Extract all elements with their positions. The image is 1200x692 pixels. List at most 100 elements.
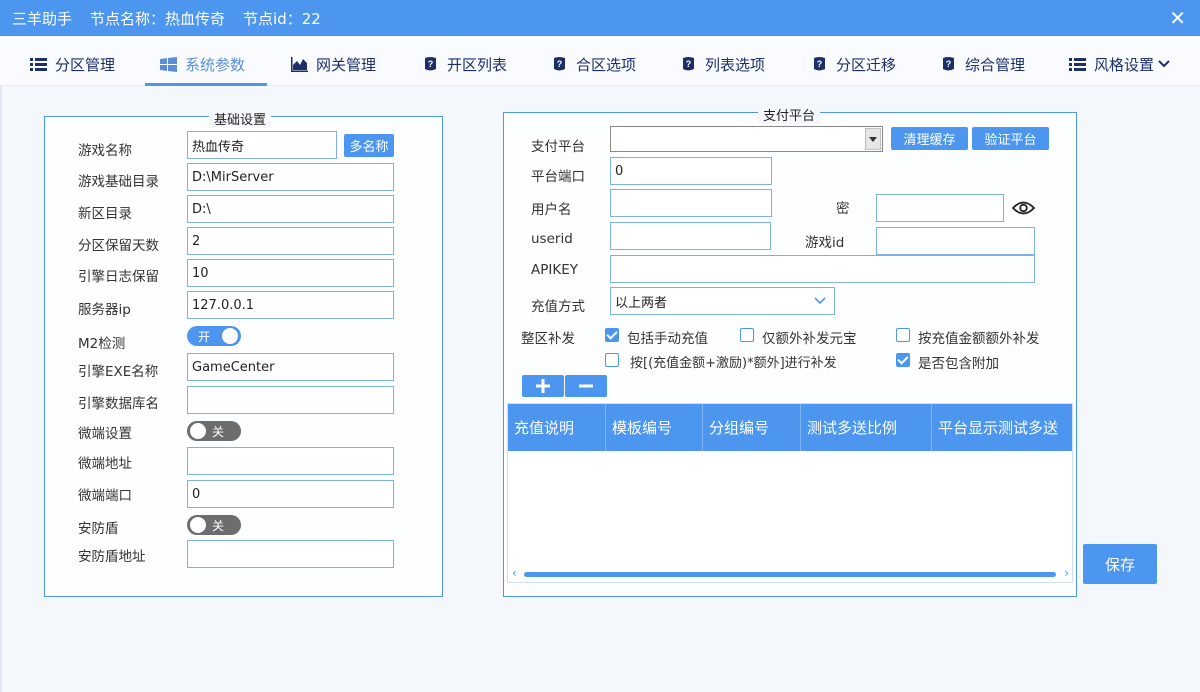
multi-name-button[interactable]: 多名称 [344,134,394,157]
scroll-right-icon[interactable]: › [1064,566,1069,580]
plus-icon [536,379,550,393]
db-name-input[interactable] [187,386,394,414]
tab-bar: 分区管理 系统参数 网关管理 ? 开区列表 ? 合区选项 ? 列表选项 ? 分区… [0,36,1200,86]
include-attach-checkbox[interactable] [896,353,910,367]
micro-addr-input[interactable] [187,447,394,475]
exe-name-input[interactable]: GameCenter [187,353,394,381]
chevron-down-icon [814,297,826,305]
payment-legend: 支付平台 [758,105,821,124]
recharge-method-value: 以上两者 [615,295,668,311]
horizontal-scrollbar[interactable]: ‹ › [508,566,1072,582]
tab-open-list[interactable]: ? 开区列表 [422,44,507,84]
shield-addr-input[interactable] [187,540,394,568]
micro-port-input[interactable]: 0 [187,480,394,508]
add-row-button[interactable] [522,375,564,397]
username-input[interactable] [610,189,772,217]
toggle-knob [190,423,206,439]
shield-toggle[interactable]: 关 [187,515,241,535]
clear-cache-button[interactable]: 清理缓存 [891,127,968,150]
micro-port-label: 微端端口 [78,488,132,504]
grid-col-header[interactable]: 充值说明 [508,404,606,451]
tab-system-params[interactable]: 系统参数 [145,44,268,86]
badge-icon: ? [943,56,954,70]
platform-port-input[interactable]: 0 [610,157,772,185]
formula-label: 按[(充值金额+激励)*额外]进行补发 [630,356,837,371]
extra-ingot-label: 仅额外补发元宝 [762,331,857,347]
m2-check-label: M2检测 [78,336,126,352]
grid-col-header[interactable]: 分组编号 [703,404,801,451]
node-id: 节点id：22 [243,9,321,28]
by-amount-checkbox[interactable] [896,328,910,342]
grid-col-header[interactable]: 测试多送比例 [801,404,932,451]
platform-select[interactable] [610,126,883,152]
grid-col-header[interactable]: 模板编号 [606,404,703,451]
apikey-input[interactable] [610,255,1035,283]
grid-header: 充值说明 模板编号 分组编号 测试多送比例 平台显示测试多送 [508,404,1072,451]
userid-input[interactable] [610,222,771,250]
node-name: 节点名称：热血传奇 [90,9,226,28]
gameid-input[interactable] [876,227,1035,255]
include-attach-label: 是否包含附加 [918,356,999,372]
svg-text:?: ? [686,59,692,69]
recharge-method-select[interactable]: 以上两者 [610,287,835,315]
tab-label: 系统参数 [185,55,246,74]
tab-merge-options[interactable]: ? 合区选项 [551,44,636,84]
new-dir-input[interactable]: D:\ [187,195,394,223]
tab-label: 分区管理 [55,55,116,74]
remove-row-button[interactable] [565,375,607,397]
game-name-input[interactable]: 热血传奇 [187,131,337,159]
platform-label: 支付平台 [531,139,585,155]
game-name-label: 游戏名称 [78,143,132,159]
scroll-thumb[interactable] [524,572,1056,577]
keep-days-input[interactable]: 2 [187,227,394,255]
recharge-grid[interactable]: 充值说明 模板编号 分组编号 测试多送比例 平台显示测试多送 ‹ › [507,403,1073,583]
verify-platform-button[interactable]: 验证平台 [972,127,1049,150]
apikey-label: APIKEY [531,262,578,278]
micro-client-toggle[interactable]: 关 [187,421,241,441]
tab-partition-management[interactable]: 分区管理 [30,44,115,84]
extra-ingot-checkbox[interactable] [740,328,754,342]
log-keep-input[interactable]: 10 [187,259,394,287]
tab-label: 网关管理 [316,55,377,74]
tab-style-settings[interactable]: 风格设置 [1069,44,1170,84]
password-input[interactable] [876,194,1004,222]
include-manual-checkbox[interactable] [605,328,619,342]
windows-icon [160,56,177,72]
tab-label: 分区迁移 [836,55,897,74]
gameid-label: 游戏id [805,235,845,251]
save-button[interactable]: 保存 [1083,544,1157,584]
tab-gateway-management[interactable]: 网关管理 [291,44,376,84]
tab-partition-migration[interactable]: ? 分区迁移 [811,44,896,84]
close-icon[interactable]: ✕ [1169,6,1186,30]
grid-col-header[interactable]: 平台显示测试多送 [932,404,1072,451]
title-bar: 三羊助手 节点名称：热血传奇 节点id：22 ✕ [0,0,1200,36]
base-dir-input[interactable]: D:\MirServer [187,163,394,191]
toggle-text: 关 [212,519,225,533]
new-dir-label: 新区目录 [78,206,132,222]
tab-label: 综合管理 [965,55,1026,74]
tab-list-options[interactable]: ? 列表选项 [680,44,765,84]
shield-label: 安防盾 [78,521,119,537]
eye-icon[interactable] [1012,200,1035,216]
recharge-method-label: 充值方式 [531,299,585,315]
username-label: 用户名 [531,202,572,218]
list-icon [1069,57,1086,71]
m2-check-toggle[interactable]: 开 [187,326,241,346]
tab-label: 合区选项 [576,55,637,74]
svg-text:?: ? [946,59,952,69]
formula-checkbox[interactable] [605,353,619,367]
keep-days-label: 分区保留天数 [78,238,159,254]
scroll-left-icon[interactable]: ‹ [512,566,517,580]
tab-label: 风格设置 [1094,55,1155,74]
left-edge [0,86,2,692]
active-tab-indicator [145,83,268,86]
svg-text:?: ? [817,59,823,69]
password-label: 密 [836,201,850,217]
platform-port-label: 平台端口 [531,169,585,185]
dropdown-arrow-icon[interactable] [865,128,881,150]
tab-general-management[interactable]: ? 综合管理 [940,44,1025,84]
shield-addr-label: 安防盾地址 [78,549,146,565]
svg-text:?: ? [557,59,563,69]
server-ip-input[interactable]: 127.0.0.1 [187,291,394,319]
db-name-label: 引擎数据库名 [78,396,159,412]
